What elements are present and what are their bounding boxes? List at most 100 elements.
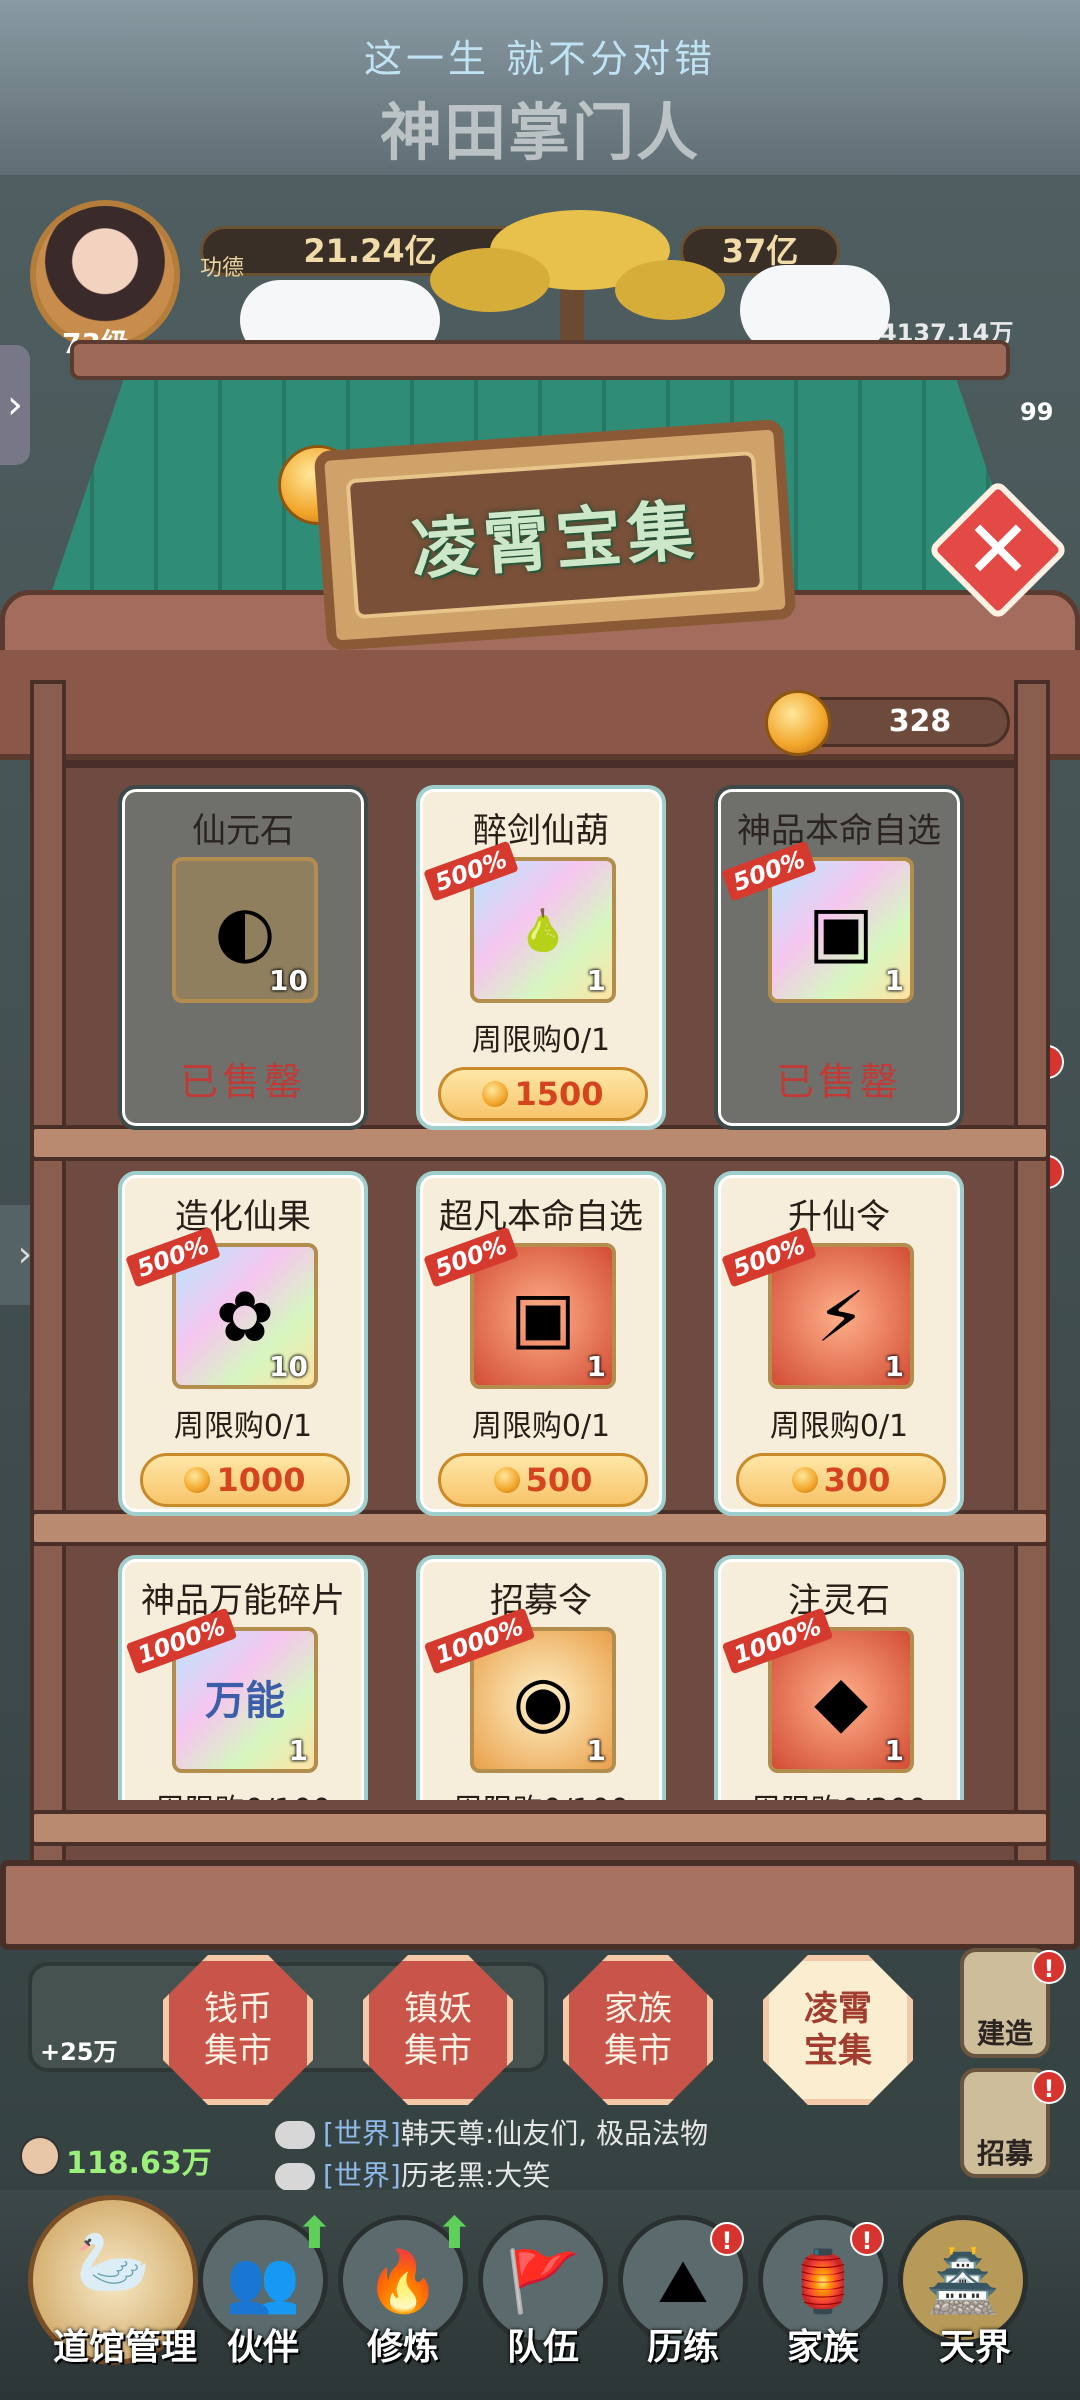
nav-label: 历练 bbox=[646, 2326, 719, 2368]
item-name: 造化仙果 bbox=[175, 1197, 311, 1237]
item-count: 1 bbox=[884, 1350, 904, 1383]
shop-item-card[interactable]: 仙元石 ◐ 10 已售罄 bbox=[118, 785, 368, 1130]
purchase-limit: 周限购0/100 bbox=[420, 1785, 662, 1800]
chat-bubble-icon bbox=[275, 2121, 315, 2149]
alert-icon: ! bbox=[850, 2222, 884, 2256]
item-name: 仙元石 bbox=[192, 811, 294, 851]
price-value: 1500 bbox=[514, 1075, 604, 1113]
currency-coin-icon bbox=[765, 690, 831, 756]
sold-out-label: 已售罄 bbox=[179, 1060, 306, 1104]
recruit-label: 招募 bbox=[976, 2137, 1033, 2170]
market-button-coin[interactable]: 钱币集市 bbox=[163, 1955, 313, 2105]
plaque-inner: 凌霄宝集 bbox=[345, 450, 765, 620]
market-button-lingxiao[interactable]: 凌霄宝集 bbox=[763, 1955, 913, 2105]
item-count: 1 bbox=[586, 1734, 606, 1767]
item-count: 10 bbox=[269, 1350, 308, 1383]
currency-amount: 328 bbox=[888, 704, 952, 739]
market-button-clan[interactable]: 家族集市 bbox=[563, 1955, 713, 2105]
badge-count: 99 bbox=[1020, 398, 1054, 426]
alert-icon: ! bbox=[1032, 1950, 1066, 1984]
purchase-limit: 周限购0/1 bbox=[769, 1409, 909, 1444]
buy-button[interactable]: 1500 bbox=[438, 1067, 648, 1121]
nav-label: 天界 bbox=[938, 2326, 1011, 2368]
price-value: 300 bbox=[823, 1461, 891, 1499]
item-name: 超凡本命自选 bbox=[439, 1197, 643, 1237]
market-button-demon[interactable]: 镇妖集市 bbox=[363, 1955, 513, 2105]
chat-bubble-icon bbox=[275, 2163, 315, 2191]
coin-icon bbox=[184, 1467, 211, 1493]
chat-channel: [世界] bbox=[323, 2159, 401, 2192]
game-logo: 神田掌门人 bbox=[379, 96, 700, 169]
item-icon[interactable]: ◐ 10 bbox=[172, 857, 318, 1003]
shop-item-card[interactable]: 造化仙果 ✿ 10 500% 周限购0/1 1000 bbox=[118, 1171, 368, 1516]
chat-text: 历老黑:大笑 bbox=[400, 2159, 551, 2192]
alert-icon: ! bbox=[1032, 2070, 1066, 2104]
income-gain: +25万 bbox=[40, 2038, 118, 2066]
shop-plaque: 凌霄宝集 bbox=[313, 418, 797, 652]
item-count: 10 bbox=[269, 964, 308, 997]
golden-tree-decoration bbox=[430, 210, 725, 360]
close-icon[interactable]: ✕ bbox=[948, 500, 1048, 600]
alert-icon: ! bbox=[710, 2222, 744, 2256]
shop-item-card[interactable]: 神品本命自选 ▣ 1 500% 已售罄 bbox=[714, 785, 964, 1130]
merit-value: 21.24亿 bbox=[303, 232, 437, 270]
coin-icon bbox=[493, 1467, 520, 1493]
shop-title: 凌霄宝集 bbox=[408, 491, 702, 589]
shop-item-card[interactable]: 醉剑仙葫 🍐 1 500% 周限购0/1 1500 bbox=[416, 785, 666, 1130]
nav-label: 队伍 bbox=[506, 2326, 579, 2368]
item-grid[interactable]: 仙元石 ◐ 10 已售罄 醉剑仙葫 🍐 1 500% 周限购0/1 1500 神品本命自选 ▣ 1 500… bbox=[110, 785, 970, 1800]
item-count: 1 bbox=[884, 1734, 904, 1767]
chat-channel: [世界] bbox=[323, 2117, 401, 2150]
chat-text: 韩天尊:仙友们, 极品法物 bbox=[400, 2117, 709, 2150]
cabinet-base bbox=[0, 1860, 1080, 1950]
market-label: 家族集市 bbox=[604, 1989, 672, 2071]
power-display: 118.63万 bbox=[20, 2136, 240, 2181]
purchase-limit: 周限购0/1 bbox=[471, 1023, 611, 1058]
purchase-limit: 周限购0/300 bbox=[718, 1785, 960, 1800]
upgrade-arrow-icon: ⬆ bbox=[436, 2208, 473, 2259]
right-post bbox=[1014, 680, 1050, 1930]
item-count: 1 bbox=[288, 1734, 308, 1767]
left-post bbox=[30, 680, 66, 1930]
chat-line[interactable]: [世界]历老黑:大笑 bbox=[275, 2154, 551, 2192]
merit-label: 功德 bbox=[200, 256, 245, 281]
nav-label: 家族 bbox=[786, 2326, 859, 2368]
power-avatar-icon bbox=[20, 2136, 60, 2176]
nav-label: 伙伴 bbox=[226, 2326, 299, 2368]
expand-left-tab[interactable]: › bbox=[0, 345, 30, 465]
shelf-3 bbox=[30, 1810, 1050, 1846]
chat-line[interactable]: [世界]韩天尊:仙友们, 极品法物 bbox=[275, 2112, 709, 2150]
item-name: 注灵石 bbox=[788, 1581, 890, 1621]
coin-icon bbox=[791, 1467, 818, 1493]
buy-button[interactable]: 300 bbox=[736, 1453, 946, 1507]
market-label: 凌霄宝集 bbox=[804, 1989, 872, 2071]
price-value: 1000 bbox=[216, 1461, 306, 1499]
coin-icon bbox=[482, 1081, 509, 1107]
market-label: 镇妖集市 bbox=[404, 1989, 472, 2071]
price-value: 500 bbox=[525, 1461, 593, 1499]
buy-button[interactable]: 1000 bbox=[140, 1453, 350, 1507]
power-value: 118.63万 bbox=[66, 2146, 212, 2181]
item-name: 神品本命自选 bbox=[737, 811, 941, 851]
shop-item-card[interactable]: 升仙令 ⚡ 1 500% 周限购0/1 300 bbox=[714, 1171, 964, 1516]
top-banner: 这一生 就不分对错 神田掌门人 bbox=[0, 0, 1080, 175]
shop-item-card[interactable]: 超凡本命自选 ▣ 1 500% 周限购0/1 500 bbox=[416, 1171, 666, 1516]
build-label: 建造 bbox=[976, 2017, 1033, 2050]
item-name: 招募令 bbox=[490, 1581, 592, 1621]
item-count: 1 bbox=[586, 964, 606, 997]
sold-out-label: 已售罄 bbox=[775, 1060, 902, 1104]
shop-item-card[interactable]: 注灵石◆11000%周限购0/300 bbox=[714, 1555, 964, 1800]
item-count: 1 bbox=[884, 964, 904, 997]
purchase-limit: 周限购0/1 bbox=[471, 1409, 611, 1444]
shop-item-card[interactable]: 招募令◉11000%周限购0/100 bbox=[416, 1555, 666, 1800]
buy-button[interactable]: 500 bbox=[438, 1453, 648, 1507]
nav-label: 修炼 bbox=[366, 2326, 439, 2368]
item-count: 1 bbox=[586, 1350, 606, 1383]
roof-ridge bbox=[70, 340, 1010, 380]
purchase-limit: 周限购0/1 bbox=[173, 1409, 313, 1444]
item-name: 醉剑仙葫 bbox=[473, 811, 609, 851]
shop-item-card[interactable]: 神品万能碎片万能11000%周限购0/100 bbox=[118, 1555, 368, 1800]
market-label: 钱币集市 bbox=[204, 1989, 272, 2071]
purchase-limit: 周限购0/100 bbox=[122, 1785, 364, 1800]
slogan: 这一生 就不分对错 bbox=[363, 37, 717, 81]
